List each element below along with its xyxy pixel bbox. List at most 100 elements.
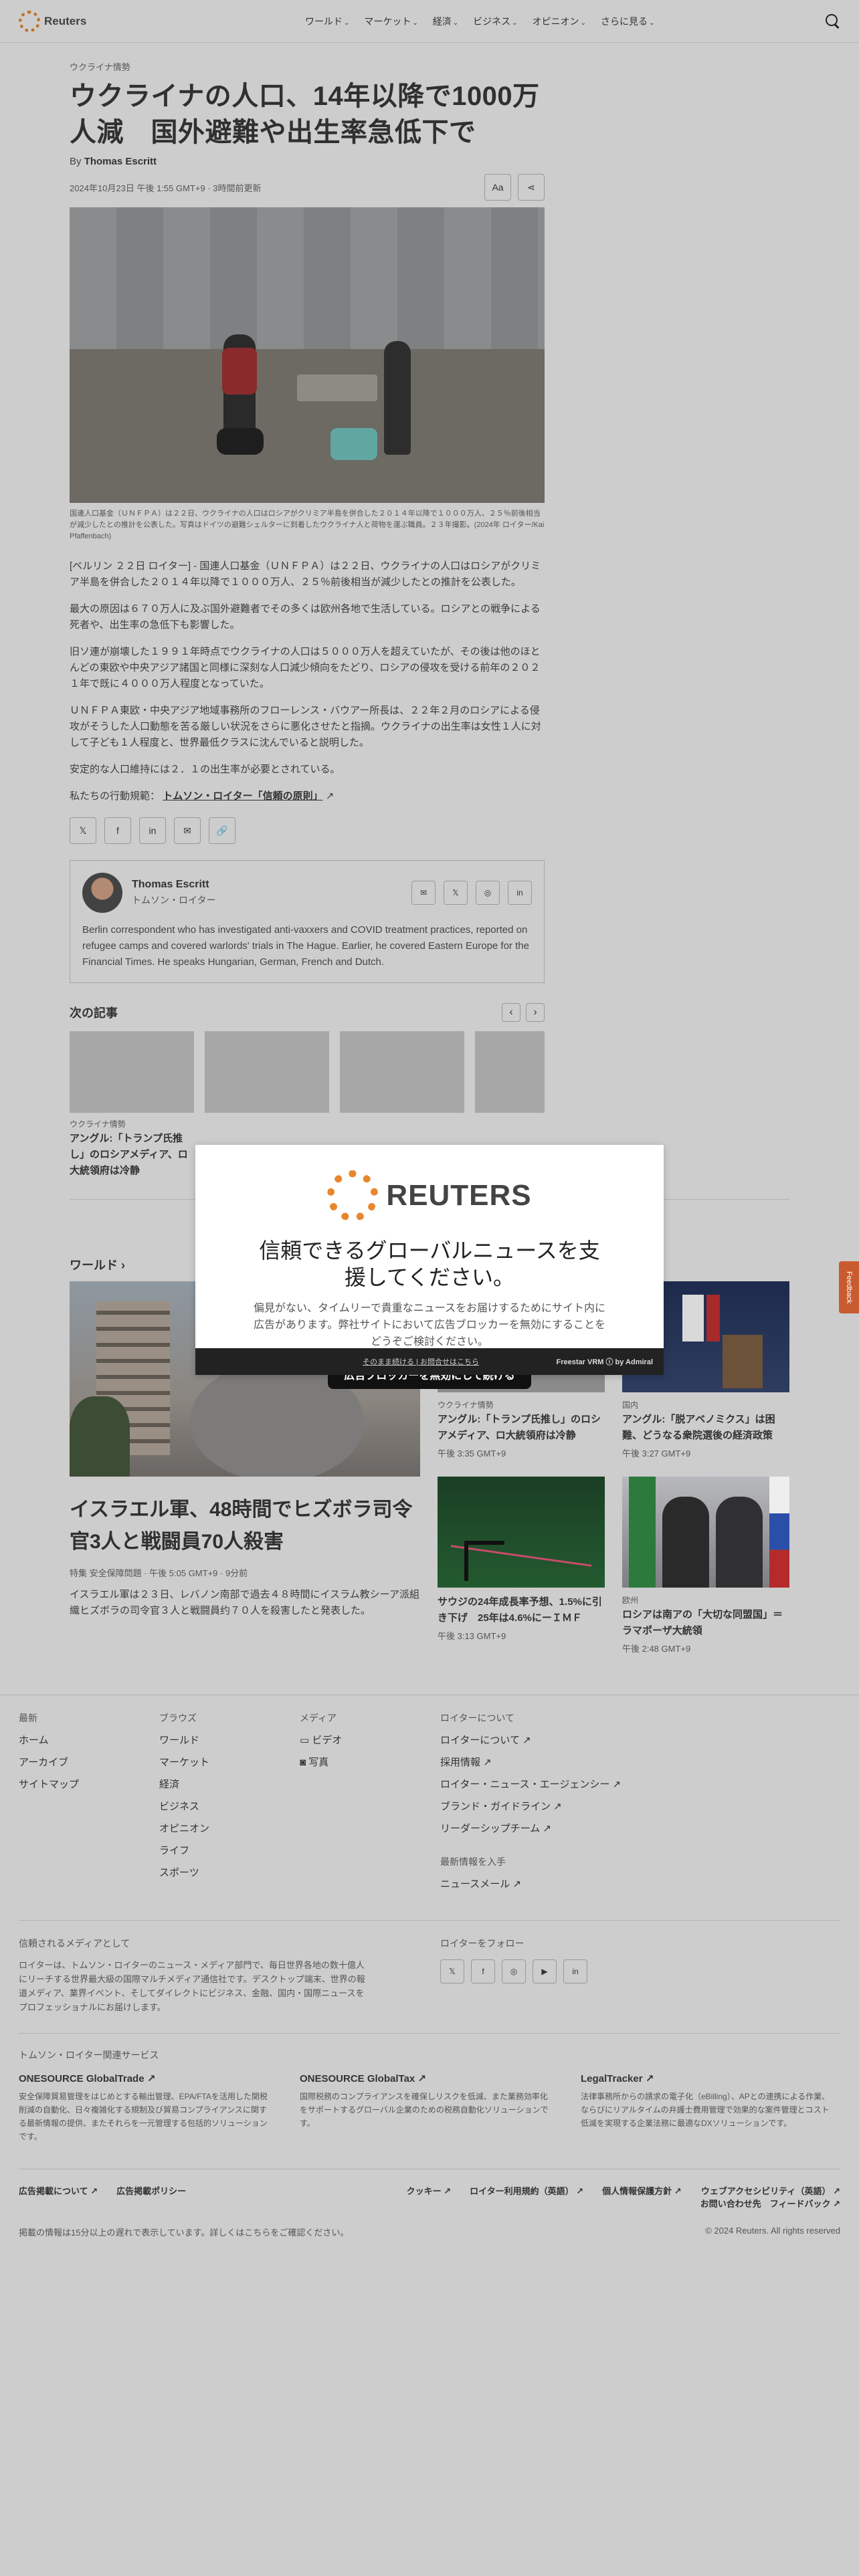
chevron-left-icon[interactable]: ‹: [502, 1003, 520, 1022]
footer-link[interactable]: ワールド: [159, 1733, 300, 1747]
footer-link[interactable]: 採用情報 ↗: [440, 1755, 721, 1769]
footer-note-row: 掲載の情報は15分以上の遅れで表示しています。詳しくはこちらをご確認ください。 …: [19, 2226, 840, 2439]
linkedin-icon[interactable]: in: [563, 1959, 587, 1983]
card-title[interactable]: アングル:「トランプ氏推し」のロシアメディア、ロ大統領府は冷静: [70, 1131, 194, 1179]
footer-link-photo[interactable]: ◙ 写真: [300, 1755, 440, 1769]
footer-link[interactable]: リーダーシップチーム ↗: [440, 1821, 721, 1835]
search-icon[interactable]: [826, 13, 840, 29]
footer-bottom-link[interactable]: ウェブアクセシビリティ（英語） ↗ お問い合わせ先 フィードバック ↗: [700, 2184, 840, 2210]
nav-item-markets[interactable]: マーケット ⌄: [364, 15, 417, 28]
footer-link-video[interactable]: ▭ ビデオ: [300, 1733, 440, 1747]
side-story-kicker: 国内: [622, 1400, 639, 1410]
footer-bottom-link[interactable]: 個人情報保護方針 ↗: [602, 2184, 682, 2210]
instagram-icon[interactable]: ◎: [502, 1959, 526, 1983]
footer-bottom-link[interactable]: クッキー ↗: [407, 2184, 452, 2210]
nav-item-opinion[interactable]: オピニオン ⌄: [533, 15, 586, 28]
footer-link[interactable]: ロイター・ニュース・エージェンシー ↗: [440, 1777, 721, 1791]
article-meta-row: 2024年10月23日 午後 1:55 GMT+9 · 3時間前更新 Aa ⋖: [70, 174, 545, 201]
footer-link[interactable]: ロイターについて ↗: [440, 1733, 721, 1747]
footer-col-about: ロイターについて ロイターについて ↗ 採用情報 ↗ ロイター・ニュース・エージ…: [440, 1711, 721, 1891]
side-story-title[interactable]: ロシアは南アの「大切な同盟国」＝ラマポーザ大統領: [622, 1607, 789, 1639]
instagram-icon[interactable]: ◎: [476, 881, 500, 905]
external-link-icon: ↗: [519, 1735, 531, 1746]
reuters-logo-icon: [19, 10, 40, 32]
feedback-tab[interactable]: Feedback: [839, 1261, 859, 1313]
service-link[interactable]: ONESOURCE GlobalTax ↗: [300, 2072, 581, 2084]
footer-bottom-link[interactable]: ロイター利用規約（英語） ↗: [470, 2184, 583, 2210]
author-head: Thomas Escritt トムソン・ロイター ✉ 𝕏 ◎ in: [82, 873, 532, 913]
side-story-title[interactable]: アングル:「トランプ氏推し」のロシアメディア、ロ大統領府は冷静: [438, 1412, 605, 1444]
footer-link[interactable]: オピニオン: [159, 1821, 300, 1835]
youtube-icon[interactable]: ▶: [533, 1959, 557, 1983]
chevron-down-icon: ⌄: [512, 19, 518, 27]
side-story[interactable]: 欧州 ロシアは南アの「大切な同盟国」＝ラマポーザ大統領 午後 2:48 GMT+…: [622, 1477, 789, 1654]
service-link[interactable]: LegalTracker ↗: [581, 2072, 859, 2084]
side-story-time: 午後 3:35 GMT+9: [438, 1448, 506, 1459]
modal-continue-link[interactable]: そのまま続ける | お問合せはこちら: [363, 1356, 479, 1367]
share-button[interactable]: ⋖: [518, 174, 545, 201]
footer-trusted-text: ロイターは、トムソン・ロイターのニュース・メディア部門で、毎日世界各地の数十億人…: [19, 1960, 365, 2012]
footer-link[interactable]: ライフ: [159, 1843, 300, 1857]
article-paragraph: 最大の原因は６７０万人に及ぶ国外避難者でその多くは欧州各地で生活している。ロシア…: [70, 603, 541, 631]
chevron-down-icon: ⌄: [580, 19, 586, 27]
author-role: トムソン・ロイター: [132, 895, 216, 905]
article-headline: ウクライナの人口、14年以降で1000万人減 国外避難や出生率急低下で: [70, 82, 540, 147]
footer-bottom-link[interactable]: 広告掲載ポリシー: [116, 2184, 186, 2210]
email-icon[interactable]: ✉: [411, 881, 436, 905]
modal-title: 信頼できるグローバルニュースを支援してください。: [259, 1239, 600, 1289]
footer-note[interactable]: 掲載の情報は15分以上の遅れで表示しています。詳しくはこちらをご確認ください。: [19, 2226, 349, 2238]
footer-link[interactable]: ホーム: [19, 1733, 159, 1747]
facebook-icon[interactable]: f: [471, 1959, 495, 1983]
feature-title[interactable]: イスラエル軍、48時間でヒズボラ司令官3人と戦闘員70人殺害: [70, 1494, 420, 1558]
side-story-title[interactable]: サウジの24年成長率予想、1.5%に引き下げ 25年は4.6%にーＩＭＦ: [438, 1594, 605, 1626]
chevron-down-icon: ⌄: [648, 19, 655, 27]
footer-link[interactable]: サイトマップ: [19, 1777, 159, 1791]
footer-link-newsletter[interactable]: ニュースメール ↗: [440, 1876, 721, 1891]
footer-link[interactable]: ビジネス: [159, 1799, 300, 1813]
avatar: [82, 873, 122, 913]
article-paragraph: [ベルリン ２２日 ロイター] - 国連人口基金（ＵＮＦＰＡ）は２２日、ウクライ…: [70, 560, 541, 588]
nav-item-more[interactable]: さらに見る ⌄: [601, 15, 654, 28]
feature-image-tree: [70, 1396, 130, 1477]
article-kicker[interactable]: ウクライナ情勢: [70, 60, 545, 73]
nav-item-economy[interactable]: 経済 ⌄: [433, 15, 458, 28]
footer-link[interactable]: アーカイブ: [19, 1755, 159, 1769]
linkedin-icon[interactable]: in: [139, 817, 166, 844]
email-icon[interactable]: ✉: [174, 817, 201, 844]
external-link-icon: ↗: [540, 1823, 552, 1834]
byline-author-link[interactable]: Thomas Escritt: [84, 156, 157, 167]
x-icon[interactable]: 𝕏: [440, 1959, 464, 1983]
side-story-kicker: 欧州: [622, 1596, 639, 1605]
footer-link[interactable]: スポーツ: [159, 1865, 300, 1879]
footer-link[interactable]: ブランド・ガイドライン ↗: [440, 1799, 721, 1813]
linkedin-icon[interactable]: in: [508, 881, 532, 905]
footer-bottom-link[interactable]: 広告掲載について ↗: [19, 2184, 98, 2210]
service-item: ONESOURCE GlobalTax ↗ 国際税務のコンプライアンスを確保しリ…: [300, 2072, 581, 2143]
next-article-card[interactable]: ウクライナ情勢 アングル:「トランプ氏推し」のロシアメディア、ロ大統領府は冷静: [70, 1031, 194, 1179]
footer-col-head: ロイターについて: [440, 1713, 515, 1723]
link-icon[interactable]: 🔗: [209, 817, 235, 844]
camera-icon: ◙: [300, 1757, 309, 1768]
side-story-title[interactable]: アングル:「脱アベノミクス」は困難、どうなる衆院選後の経済政策: [622, 1412, 789, 1444]
hero-bag: [217, 428, 264, 455]
facebook-icon[interactable]: f: [104, 817, 131, 844]
video-icon: ▭: [300, 1735, 312, 1746]
chevron-right-icon[interactable]: ›: [526, 1003, 545, 1022]
site-header: Reuters ワールド ⌄ マーケット ⌄ 経済 ⌄ ビジネス ⌄ オピニオン ⌄ さら…: [0, 0, 859, 43]
text-size-button[interactable]: Aa: [484, 174, 511, 201]
copyright: © 2024 Reuters. All rights reserved: [705, 2226, 840, 2236]
reuters-logo[interactable]: Reuters: [19, 10, 273, 32]
footer-link[interactable]: 経済: [159, 1777, 300, 1791]
x-icon[interactable]: 𝕏: [444, 881, 468, 905]
leader-left: [662, 1497, 709, 1588]
nav-item-world[interactable]: ワールド ⌄: [305, 15, 349, 28]
x-icon[interactable]: 𝕏: [70, 817, 96, 844]
footer-link[interactable]: マーケット: [159, 1755, 300, 1769]
service-link[interactable]: ONESOURCE GlobalTrade ↗: [19, 2072, 300, 2084]
nav-item-business[interactable]: ビジネス ⌄: [473, 15, 517, 28]
side-story[interactable]: サウジの24年成長率予想、1.5%に引き下げ 25年は4.6%にーＩＭＦ 午後 …: [438, 1477, 605, 1642]
author-name[interactable]: Thomas Escritt: [132, 879, 215, 891]
side-story-time: 午後 3:13 GMT+9: [438, 1631, 506, 1641]
trust-principles-link[interactable]: トムソン・ロイター「信頼の原則」: [163, 790, 322, 802]
modal-logo-text: REUTERS: [386, 1179, 532, 1212]
